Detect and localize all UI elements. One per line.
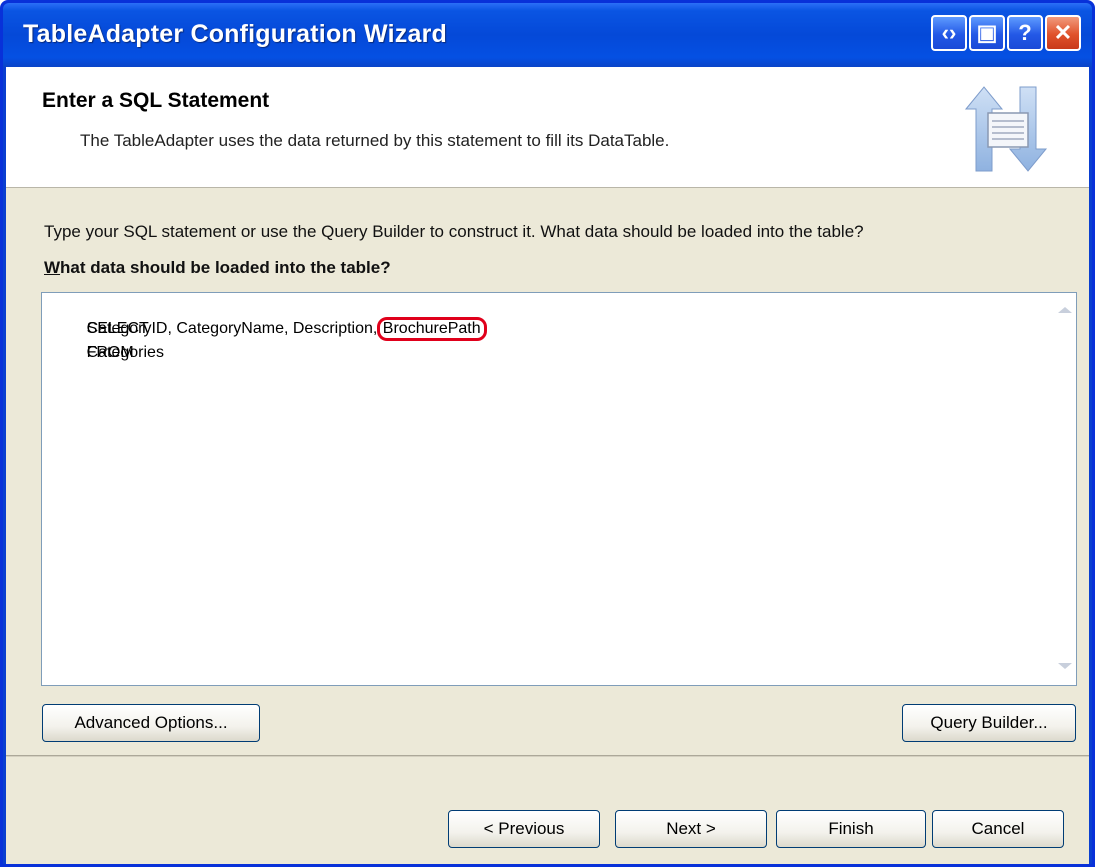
wizard-header: Enter a SQL Statement The TableAdapter u…	[6, 67, 1089, 188]
close-icon[interactable]: ✕	[1045, 15, 1081, 51]
scroll-down-icon[interactable]	[1058, 663, 1072, 669]
wizard-footer: < Previous Next > Finish Cancel	[6, 757, 1089, 864]
minimize-icon[interactable]: ▣	[969, 15, 1005, 51]
query-builder-button[interactable]: Query Builder...	[902, 704, 1076, 742]
title-bar[interactable]: TableAdapter Configuration Wizard ‹› ▣ ?…	[3, 3, 1092, 67]
help-icon[interactable]: ?	[1007, 15, 1043, 51]
sql-statement-textarea[interactable]: SELECT CategoryID, CategoryName, Descript…	[41, 292, 1077, 686]
instructions-text: Type your SQL statement or use the Query…	[44, 222, 864, 241]
scroll-up-icon[interactable]	[1058, 307, 1072, 313]
next-button[interactable]: Next >	[615, 810, 767, 848]
wizard-body: Type your SQL statement or use the Query…	[6, 188, 1089, 755]
data-sync-icon	[964, 86, 1048, 172]
wizard-window: TableAdapter Configuration Wizard ‹› ▣ ?…	[0, 0, 1095, 867]
sql-line-from: FROM Categories	[51, 326, 164, 380]
highlighted-column: BrochurePath	[376, 317, 487, 341]
window-title: TableAdapter Configuration Wizard	[23, 20, 447, 48]
previous-button[interactable]: < Previous	[448, 810, 600, 848]
advanced-options-button[interactable]: Advanced Options...	[42, 704, 260, 742]
vertical-scrollbar[interactable]	[1054, 293, 1076, 685]
cancel-button[interactable]: Cancel	[932, 810, 1064, 848]
page-description: The TableAdapter uses the data returned …	[80, 131, 670, 150]
finish-button[interactable]: Finish	[776, 810, 926, 848]
page-title: Enter a SQL Statement	[42, 89, 270, 112]
navigate-icon[interactable]: ‹›	[931, 15, 967, 51]
sql-keyword: FROM	[86, 344, 134, 361]
sql-prompt-label: What data should be loaded into the tabl…	[44, 258, 391, 277]
